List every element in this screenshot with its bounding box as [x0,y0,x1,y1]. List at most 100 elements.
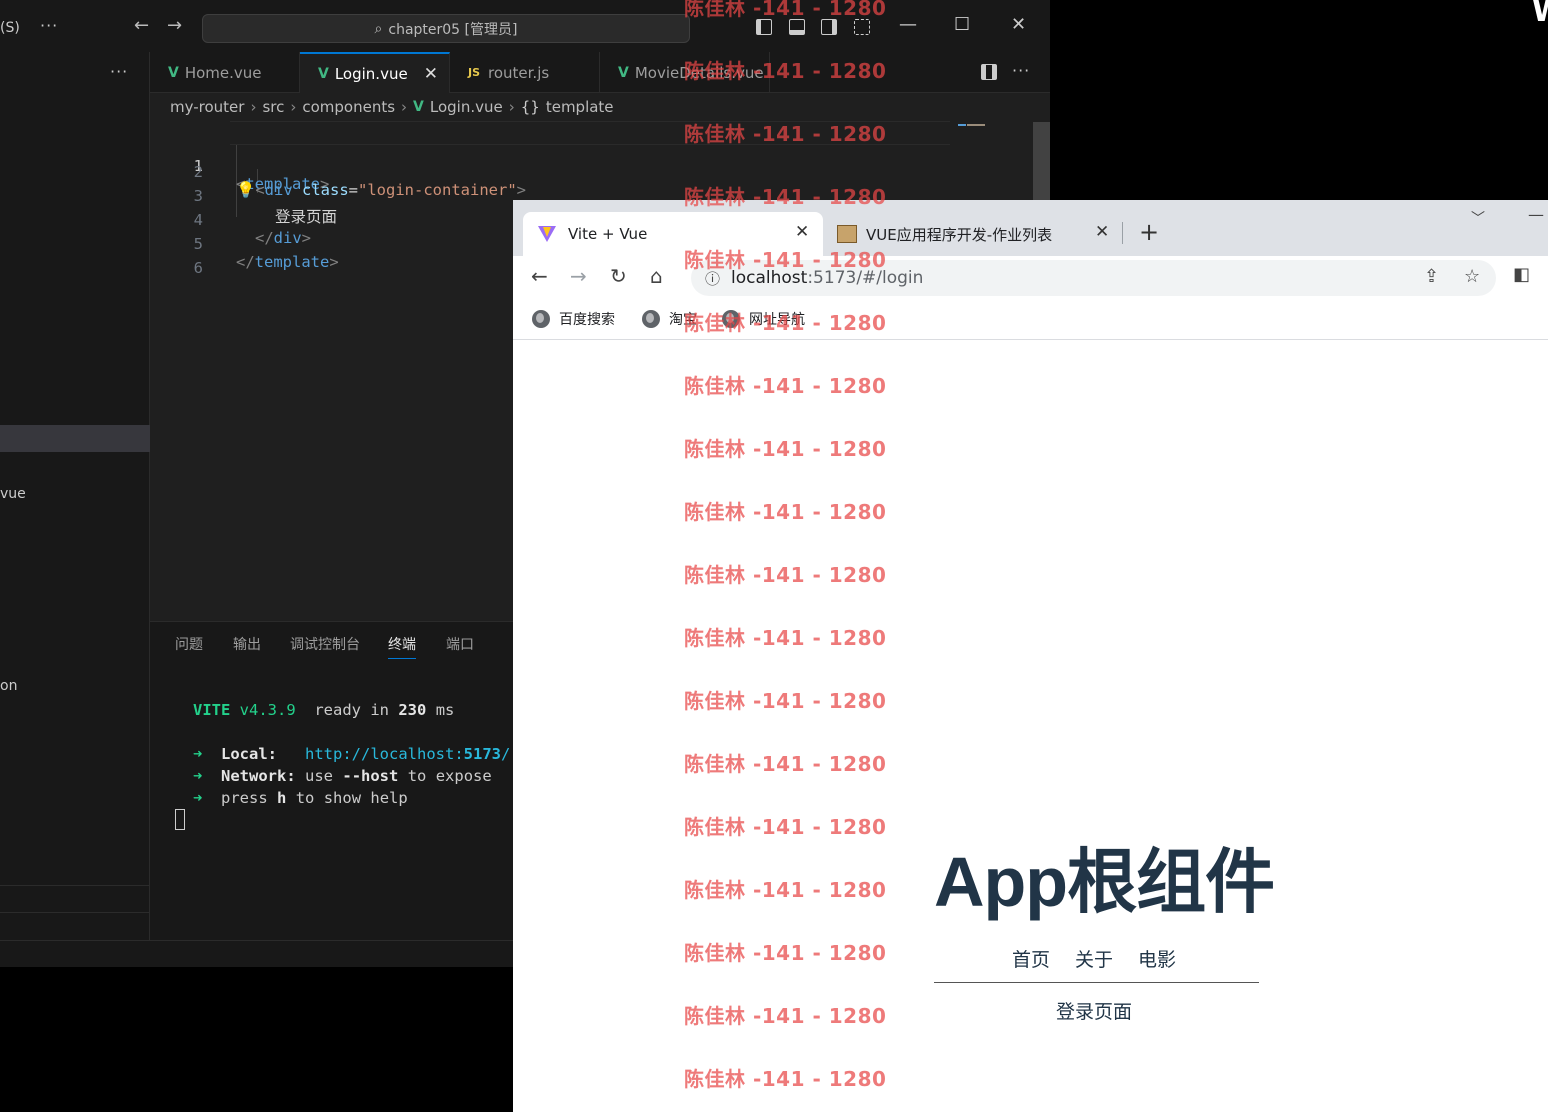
browser-tab-strip: Vite + Vue ✕ VUE应用程序开发-作业列表 ✕ + ﹀ — [513,200,1548,256]
maximize-icon[interactable]: ☐ [954,14,970,35]
close-window-icon[interactable]: ✕ [1011,14,1026,35]
panel-tab-ports[interactable]: 端口 [446,634,474,654]
more-menu-icon[interactable]: ··· [40,16,58,35]
router-view-text: 登录页面 [1056,1001,1133,1023]
nav-link-about[interactable]: 关于 [1075,945,1113,972]
bookmarks-bar: 百度搜索 淘宝 网址导航 [513,300,1548,340]
globe-icon [722,310,740,328]
browser-tab-vue-homework[interactable]: VUE应用程序开发-作业列表 ✕ [825,212,1121,256]
sidebar-divider [0,912,150,913]
editor-more-icon[interactable]: ··· [1012,61,1030,80]
terminal-line: ➜ Network: use --host to expose [193,767,492,785]
explorer-more-icon[interactable]: ··· [110,62,128,81]
chevron-right-icon: › [290,98,297,116]
breadcrumb-item[interactable]: template [546,98,614,116]
minimize-icon[interactable]: — [899,14,917,35]
address-bar[interactable]: ⓘ localhost:5173/#/login ⇪ ☆ [691,260,1496,296]
browser-toolbar: ← → ↻ ⌂ ⓘ localhost:5173/#/login ⇪ ☆ ◧ [513,256,1548,300]
nav-link-movies[interactable]: 电影 [1138,945,1176,972]
search-label: chapter05 [管理员] [388,21,518,38]
tab-separator [1122,222,1123,244]
reload-icon[interactable]: ↻ [610,264,627,288]
tab-router-js[interactable]: JS router.js [450,52,600,93]
explorer-sidebar: ··· vue on [0,52,150,940]
explorer-item[interactable]: vue [0,486,26,502]
browser-tab-label: Vite + Vue [568,225,648,243]
close-tab-icon[interactable]: ✕ [1095,222,1109,242]
corner-fragment: W [1532,0,1548,29]
panel-tab-terminal[interactable]: 终端 [388,634,416,659]
explorer-selected-row[interactable] [0,425,150,452]
vite-logo-icon [538,226,556,242]
tab-search-chevron-icon[interactable]: ﹀ [1471,208,1485,228]
breadcrumb-item[interactable]: src [262,98,284,116]
vscode-title-bar: (S) ··· ← → ⌕ chapter05 [管理员] — ☐ ✕ [0,0,1050,52]
panel-tab-problems[interactable]: 问题 [175,634,203,654]
new-tab-icon[interactable]: + [1139,218,1159,246]
customize-layout-icon[interactable] [854,19,870,35]
site-info-icon[interactable]: ⓘ [705,268,720,289]
toggle-panel-icon[interactable] [789,19,805,35]
back-arrow-icon[interactable]: ← [134,15,149,36]
toggle-secondary-sidebar-icon[interactable] [821,19,837,35]
tab-label: Login.vue [334,64,408,83]
current-line-highlight [230,121,950,145]
site-favicon-icon [837,225,857,243]
code-line: 3 登录页面 [150,169,950,226]
globe-icon [532,310,550,328]
bookmark-item[interactable]: 网址导航 [722,309,805,329]
forward-arrow-icon[interactable]: → [167,15,182,36]
panel-tab-output[interactable]: 输出 [233,634,261,654]
vue-file-icon: V [318,65,329,82]
terminal-line: ➜ Local: http://localhost:5173/ [193,745,511,763]
breadcrumb-item[interactable]: Login.vue [430,98,503,116]
nav-link-home[interactable]: 首页 [1012,945,1050,972]
url-path: :5173/#/login [807,268,924,288]
globe-icon [642,310,660,328]
chevron-right-icon: › [508,98,515,116]
terminal-line: VITE v4.3.9 ready in 230 ms [193,701,455,719]
forward-arrow-icon[interactable]: → [570,264,587,288]
share-icon[interactable]: ⇪ [1424,266,1439,287]
tab-label: MovieDetails.vue [634,63,764,82]
code-line: 2 💡<div class="login-container"> [150,145,950,199]
menu-fragment[interactable]: (S) [0,20,20,36]
bookmark-item[interactable]: 淘宝 [642,309,697,329]
chevron-right-icon: › [401,98,408,116]
braces-icon: {} [520,98,540,116]
terminal-cursor[interactable] [175,809,185,830]
close-tab-icon[interactable]: ✕ [424,64,438,84]
panel-tab-debug-console[interactable]: 调试控制台 [290,634,360,654]
home-icon[interactable]: ⌂ [650,264,663,288]
tab-home-vue[interactable]: V Home.vue [150,52,300,93]
editor-scrollbar[interactable] [1033,122,1050,207]
divider [934,982,1259,983]
back-arrow-icon[interactable]: ← [531,264,548,288]
breadcrumb-item[interactable]: my-router [170,98,244,116]
search-icon: ⌕ [374,20,383,37]
browser-tab-vite-vue[interactable]: Vite + Vue ✕ [523,212,823,256]
line-number: 6 [193,259,203,277]
page-content: App根组件 首页 关于 电影 登录页面 [513,341,1548,1112]
command-center-search[interactable]: ⌕ chapter05 [管理员] [202,14,690,43]
tab-login-vue[interactable]: V Login.vue ✕ [300,52,450,93]
minimize-icon[interactable]: — [1528,205,1544,224]
split-editor-icon[interactable] [981,64,997,80]
minimap[interactable] [958,122,988,128]
tab-label: router.js [488,63,550,82]
tab-moviedetails-vue[interactable]: V MovieDetails.vue [600,52,770,93]
vue-file-icon: V [413,99,424,115]
breadcrumb-item[interactable]: components [302,98,395,116]
app-nav: 首页 关于 电影 [1012,945,1176,972]
bookmark-star-icon[interactable]: ☆ [1464,266,1480,287]
explorer-item[interactable]: on [0,678,17,694]
tab-label: Home.vue [184,63,262,82]
chevron-right-icon: › [250,98,257,116]
bookmark-item[interactable]: 百度搜索 [532,309,615,329]
browser-window: Vite + Vue ✕ VUE应用程序开发-作业列表 ✕ + ﹀ — ← → … [513,200,1548,1112]
code-line: 1 <template> [150,121,950,193]
side-panel-icon[interactable]: ◧ [1513,264,1530,285]
toggle-primary-sidebar-icon[interactable] [756,19,772,35]
close-tab-icon[interactable]: ✕ [795,222,809,242]
breadcrumb: my-router › src › components › V Login.v… [170,98,614,116]
